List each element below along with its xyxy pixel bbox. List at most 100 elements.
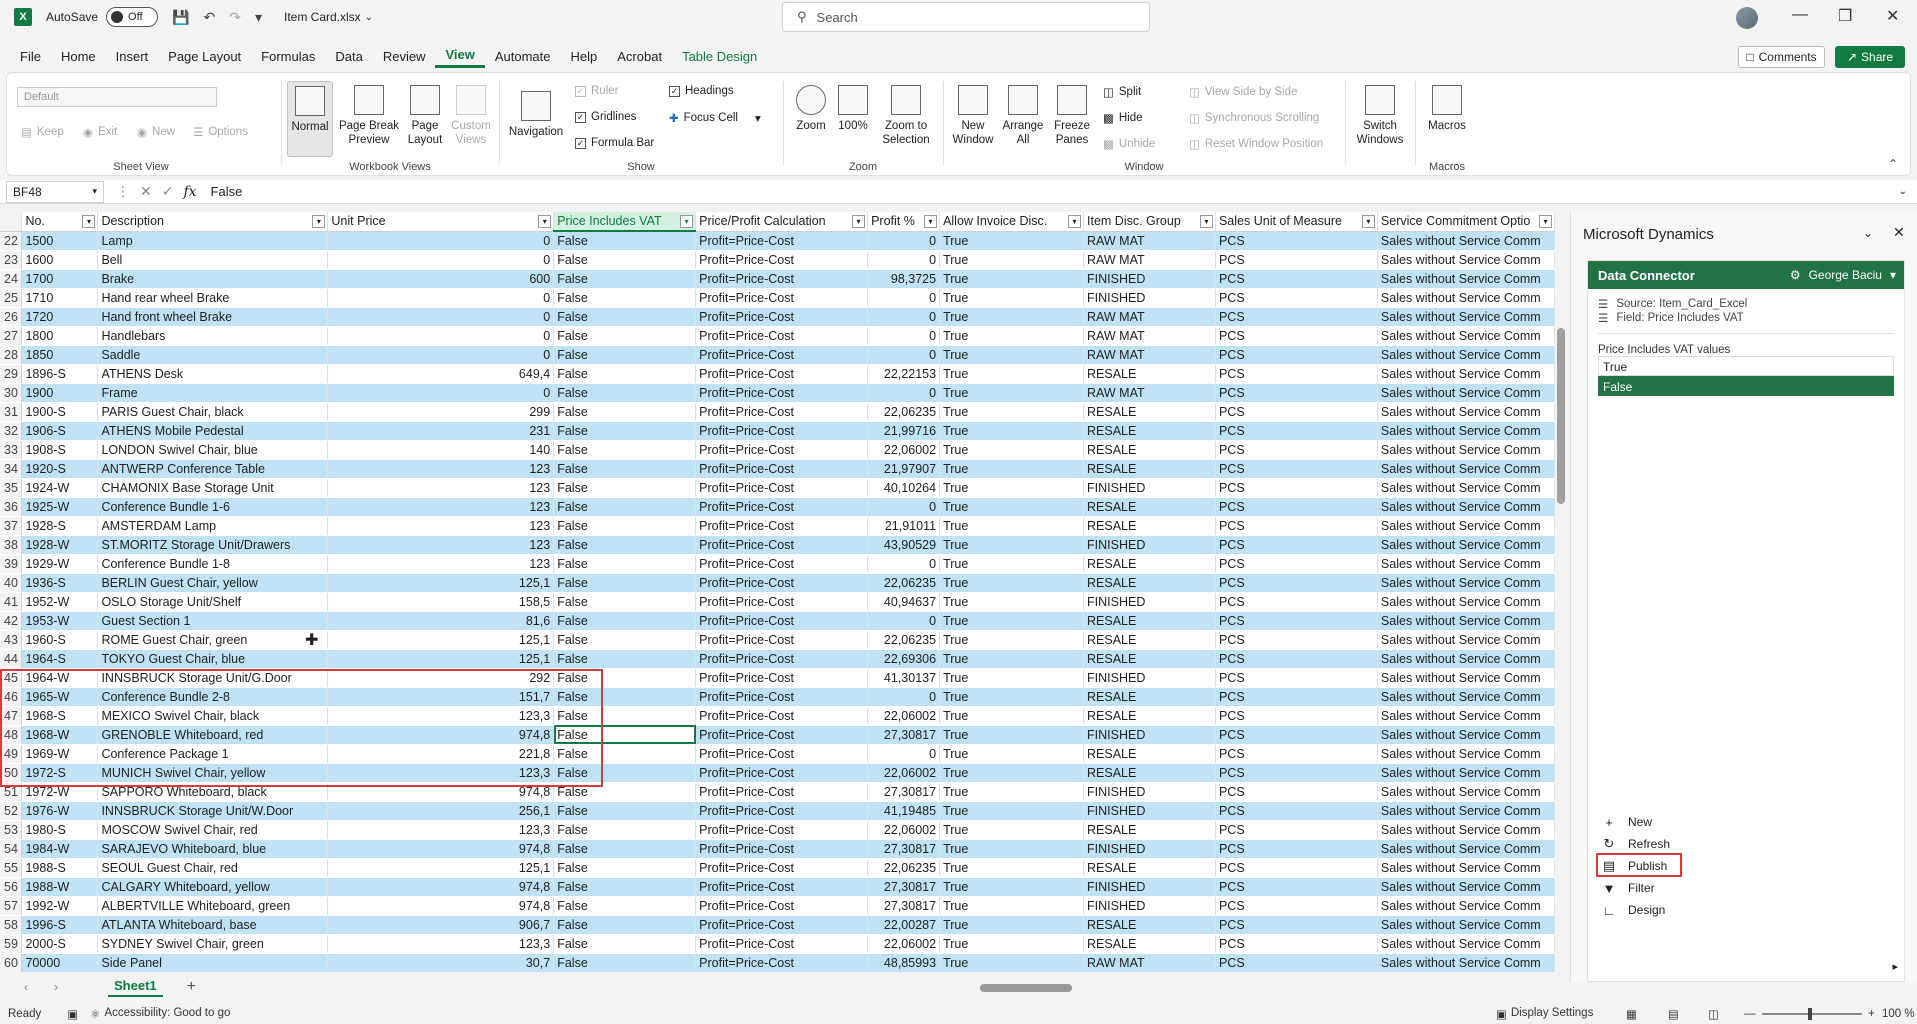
refresh-action[interactable]: ↻ Refresh [1602,833,1670,855]
table-cell[interactable]: 1928-W [21,535,99,555]
macros-button[interactable]: Macros [1423,81,1471,133]
table-cell[interactable]: 1900 [21,383,99,403]
filter-dropdown-icon[interactable]: ▾ [852,215,866,228]
table-cell[interactable]: 1850 [21,345,99,365]
table-cell[interactable]: PCS [1215,668,1378,688]
table-cell[interactable]: Sales without Service Comm [1377,383,1555,403]
table-cell[interactable]: 123,3 [327,934,555,954]
table-cell[interactable]: Sales without Service Comm [1377,763,1555,783]
table-cell[interactable]: 70000 [21,953,99,972]
menu-formulas[interactable]: Formulas [251,44,325,68]
table-cell[interactable]: 1980-S [21,820,99,840]
table-cell[interactable]: 123 [327,478,555,498]
search-box[interactable]: ⚲ Search [782,2,1150,32]
table-cell[interactable]: False [553,763,697,783]
table-cell[interactable]: False [553,953,697,972]
table-cell[interactable]: PCS [1215,554,1378,574]
table-cell[interactable]: False [553,288,697,308]
table-cell[interactable]: Conference Package 1 [97,744,329,764]
row-number[interactable]: 31 [0,402,23,422]
sheet-tab-sheet1[interactable]: Sheet1 [108,978,163,997]
table-cell[interactable]: True [939,763,1085,783]
table-cell[interactable]: Side Panel [97,953,329,972]
row-number[interactable]: 25 [0,288,23,308]
table-cell[interactable]: PCS [1215,440,1378,460]
table-cell[interactable]: 27,30817 [867,782,941,802]
table-cell[interactable]: SEOUL Guest Chair, red [97,858,329,878]
table-cell[interactable]: 0 [867,744,941,764]
table-cell[interactable]: True [939,231,1085,251]
table-cell[interactable]: FINISHED [1083,478,1216,498]
table-cell[interactable]: Sales without Service Comm [1377,592,1555,612]
table-cell[interactable]: True [939,535,1085,555]
table-cell[interactable]: Profit=Price-Cost [695,345,869,365]
table-cell[interactable]: Brake [97,269,329,289]
table-cell[interactable]: Profit=Price-Cost [695,250,869,270]
row-number[interactable]: 49 [0,744,23,764]
row-number[interactable]: 26 [0,307,23,327]
table-cell[interactable]: 22,22153 [867,364,941,384]
table-cell[interactable]: Sales without Service Comm [1377,782,1555,802]
table-cell[interactable]: True [939,250,1085,270]
table-cell[interactable]: True [939,364,1085,384]
row-number[interactable]: 35 [0,478,23,498]
table-cell[interactable]: INNSBRUCK Storage Unit/G.Door [97,668,329,688]
table-cell[interactable]: RAW MAT [1083,345,1216,365]
table-cell[interactable]: 123,3 [327,820,555,840]
table-cell[interactable]: 1976-W [21,801,99,821]
table-cell[interactable]: PCS [1215,706,1378,726]
table-cell[interactable]: 1906-S [21,421,99,441]
table-cell[interactable]: PCS [1215,934,1378,954]
table-cell[interactable]: 974,8 [327,725,555,745]
table-cell[interactable]: Sales without Service Comm [1377,516,1555,536]
table-cell[interactable]: OSLO Storage Unit/Shelf [97,592,329,612]
table-cell[interactable]: 1700 [21,269,99,289]
menu-page-layout[interactable]: Page Layout [158,44,251,68]
table-cell[interactable]: Sales without Service Comm [1377,250,1555,270]
table-cell[interactable]: False [553,497,697,517]
exit-button[interactable]: ◉ Exit [83,125,117,139]
table-cell[interactable]: 98,3725 [867,269,941,289]
table-cell[interactable]: 1984-W [21,839,99,859]
table-cell[interactable]: 299 [327,402,555,422]
table-cell[interactable]: FINISHED [1083,896,1216,916]
table-cell[interactable]: True [939,687,1085,707]
close-icon[interactable]: ✕ [1886,6,1899,26]
table-cell[interactable]: Conference Bundle 2-8 [97,687,329,707]
enter-icon[interactable]: ✓ [162,183,174,200]
table-cell[interactable]: FINISHED [1083,725,1216,745]
formula-input[interactable]: False [211,184,243,199]
table-cell[interactable]: ATHENS Desk [97,364,329,384]
column-header[interactable]: Price/Profit Calculation ▾ [695,212,869,232]
table-cell[interactable]: 48,85993 [867,953,941,972]
zoom-slider-handle[interactable] [1808,1008,1812,1020]
table-cell[interactable]: False [553,801,697,821]
table-cell[interactable]: Profit=Price-Cost [695,307,869,327]
table-cell[interactable]: Profit=Price-Cost [695,763,869,783]
navigation-button[interactable]: Navigation [505,81,567,139]
table-cell[interactable]: False [553,307,697,327]
table-cell[interactable]: CALGARY Whiteboard, yellow [97,877,329,897]
table-cell[interactable]: 123,3 [327,763,555,783]
filter-dropdown-icon[interactable]: ▾ [680,215,694,228]
row-number[interactable]: 33 [0,440,23,460]
table-cell[interactable]: 41,30137 [867,668,941,688]
table-cell[interactable]: False [553,535,697,555]
column-header[interactable]: Allow Invoice Disc. ▾ [939,212,1085,232]
share-button[interactable]: ↗ Share [1835,46,1905,68]
table-cell[interactable]: Sales without Service Comm [1377,326,1555,346]
table-cell[interactable]: PCS [1215,820,1378,840]
table-cell[interactable]: False [553,744,697,764]
column-header[interactable]: Profit % ▾ [867,212,941,232]
table-cell[interactable]: 1924-W [21,478,99,498]
menu-acrobat[interactable]: Acrobat [607,44,672,68]
row-number[interactable]: 45 [0,668,23,688]
filter-dropdown-icon[interactable]: ▾ [1199,215,1213,228]
table-cell[interactable]: PCS [1215,763,1378,783]
table-cell[interactable]: 22,06002 [867,820,941,840]
table-cell[interactable]: 1896-S [21,364,99,384]
table-cell[interactable]: Conference Bundle 1-8 [97,554,329,574]
table-cell[interactable]: PCS [1215,231,1378,251]
table-cell[interactable]: 27,30817 [867,896,941,916]
undo-icon[interactable]: ↶ [203,9,215,26]
